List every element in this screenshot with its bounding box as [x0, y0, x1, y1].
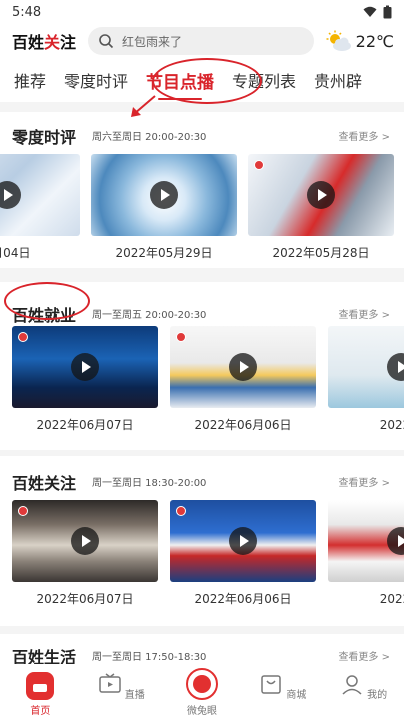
- play-icon: [387, 527, 404, 555]
- section-baixing-shenghuo: 百姓生活 周一至周日 17:50-18:30 查看更多 >: [0, 634, 404, 664]
- video-date: 2022年: [379, 592, 404, 606]
- status-bar: 5:48: [0, 0, 404, 24]
- weitu-icon: [185, 668, 218, 700]
- tab-guizhou[interactable]: 贵州辟: [314, 68, 362, 92]
- search-icon: [99, 34, 114, 49]
- video-card[interactable]: 2022年06月07日: [12, 326, 158, 433]
- video-date: 2022年05月28日: [272, 246, 370, 260]
- nav-label: 微兔眼: [186, 706, 217, 717]
- wifi-icon: [363, 6, 377, 17]
- video-date: 2022年06月06日: [194, 592, 292, 606]
- view-more-link[interactable]: 查看更多 >: [338, 128, 390, 143]
- video-row: 2022年06月07日 2022年06月06日 2022年: [0, 500, 404, 606]
- play-icon: [71, 353, 99, 381]
- nav-profile[interactable]: 我的: [334, 672, 394, 701]
- app-header: 百姓关注 红包雨来了 22℃: [0, 24, 404, 58]
- weather-widget[interactable]: 22℃: [326, 30, 394, 52]
- live-tv-icon: [98, 673, 121, 693]
- video-card[interactable]: 2022年: [328, 326, 404, 433]
- video-date: 2022年06月07日: [36, 418, 134, 432]
- weather-icon: [326, 30, 351, 51]
- status-time: 5:48: [12, 4, 42, 20]
- annotation-circle-tab: [152, 58, 262, 104]
- profile-icon: [342, 675, 362, 695]
- video-card[interactable]: 2022年05月29日: [91, 154, 237, 261]
- video-thumbnail: [328, 326, 404, 408]
- video-card[interactable]: 2022年: [328, 500, 404, 607]
- play-icon: [307, 181, 335, 209]
- app-logo[interactable]: 百姓关注: [12, 29, 76, 53]
- nav-shop[interactable]: 商城: [253, 672, 313, 701]
- nav-label: 商城: [286, 690, 307, 701]
- section-schedule: 周一至周日 18:30-20:00: [92, 478, 207, 489]
- video-date: 2022年: [379, 418, 404, 432]
- video-row: 2022年06月07日 2022年06月06日 2022年: [0, 326, 404, 432]
- play-icon: [71, 527, 99, 555]
- video-date: 2022年05月29日: [115, 246, 213, 260]
- play-icon: [229, 527, 257, 555]
- shop-icon: [261, 675, 281, 694]
- battery-icon: [383, 5, 392, 19]
- view-more-link[interactable]: 查看更多 >: [338, 306, 390, 321]
- channel-logo-icon: [18, 332, 28, 342]
- search-placeholder: 红包雨来了: [122, 34, 183, 49]
- channel-logo-icon: [254, 160, 264, 170]
- channel-logo-icon: [176, 332, 186, 342]
- video-date: 5月04日: [0, 246, 31, 260]
- section-schedule: 周一至周五 20:00-20:30: [92, 310, 207, 321]
- section-schedule: 周一至周日 17:50-18:30: [92, 652, 207, 663]
- weather-temp: 22℃: [355, 31, 394, 51]
- video-card[interactable]: 2022年06月06日: [170, 500, 316, 607]
- search-bar[interactable]: 红包雨来了: [88, 27, 315, 55]
- section-schedule: 周六至周日 20:00-20:30: [92, 132, 207, 143]
- video-thumbnail: [328, 500, 404, 582]
- nav-home[interactable]: 首页: [10, 672, 70, 717]
- view-more-link[interactable]: 查看更多 >: [338, 474, 390, 489]
- video-thumbnail: [170, 326, 316, 408]
- video-thumbnail: [170, 500, 316, 582]
- section-baixing-guanzhu: 百姓关注 周一至周日 18:30-20:00 查看更多 > 2022年06月07…: [0, 456, 404, 626]
- video-card[interactable]: 2022年06月06日: [170, 326, 316, 433]
- video-date: 2022年06月07日: [36, 592, 134, 606]
- tab-recommend[interactable]: 推荐: [14, 68, 46, 92]
- nav-weitu[interactable]: 微兔眼: [172, 668, 232, 717]
- video-date: 2022年06月06日: [194, 418, 292, 432]
- channel-logo-icon: [18, 506, 28, 516]
- section-title: 百姓关注: [12, 474, 77, 493]
- app-screen: 5:48 百姓关注 红包雨来了 22℃ 推荐 零度时评 节目点播 专题列表 贵州…: [0, 0, 404, 720]
- nav-live[interactable]: 直播: [91, 672, 151, 701]
- video-card[interactable]: 2022年06月07日: [12, 500, 158, 607]
- nav-label: 我的: [367, 690, 388, 701]
- video-thumbnail: [12, 500, 158, 582]
- video-thumbnail: [12, 326, 158, 408]
- play-icon: [0, 181, 21, 209]
- video-thumbnail: [0, 154, 80, 236]
- home-icon: [26, 672, 55, 700]
- channel-logo-icon: [176, 506, 186, 516]
- video-thumbnail: [91, 154, 237, 236]
- video-card[interactable]: 2022年05月28日: [248, 154, 394, 261]
- nav-label: 首页: [30, 706, 51, 717]
- section-lingdu: 零度时评 周六至周日 20:00-20:30 查看更多 > 5月04日 2022…: [0, 112, 404, 268]
- section-title: 零度时评: [12, 128, 77, 147]
- annotation-arrow-icon: [131, 95, 156, 117]
- section-title: 百姓生活: [12, 648, 77, 664]
- annotation-circle-title: [4, 282, 90, 320]
- tab-lingdu[interactable]: 零度时评: [64, 68, 128, 92]
- play-icon: [229, 353, 257, 381]
- play-icon: [387, 353, 404, 381]
- video-thumbnail: [248, 154, 394, 236]
- video-row: 5月04日 2022年05月29日 2022年05月28日: [0, 154, 404, 260]
- view-more-link[interactable]: 查看更多 >: [338, 648, 390, 663]
- play-icon: [150, 181, 178, 209]
- video-card[interactable]: 5月04日: [0, 154, 80, 261]
- nav-label: 直播: [124, 690, 145, 701]
- bottom-nav: 首页 直播 微兔眼 商城 我的: [0, 664, 404, 720]
